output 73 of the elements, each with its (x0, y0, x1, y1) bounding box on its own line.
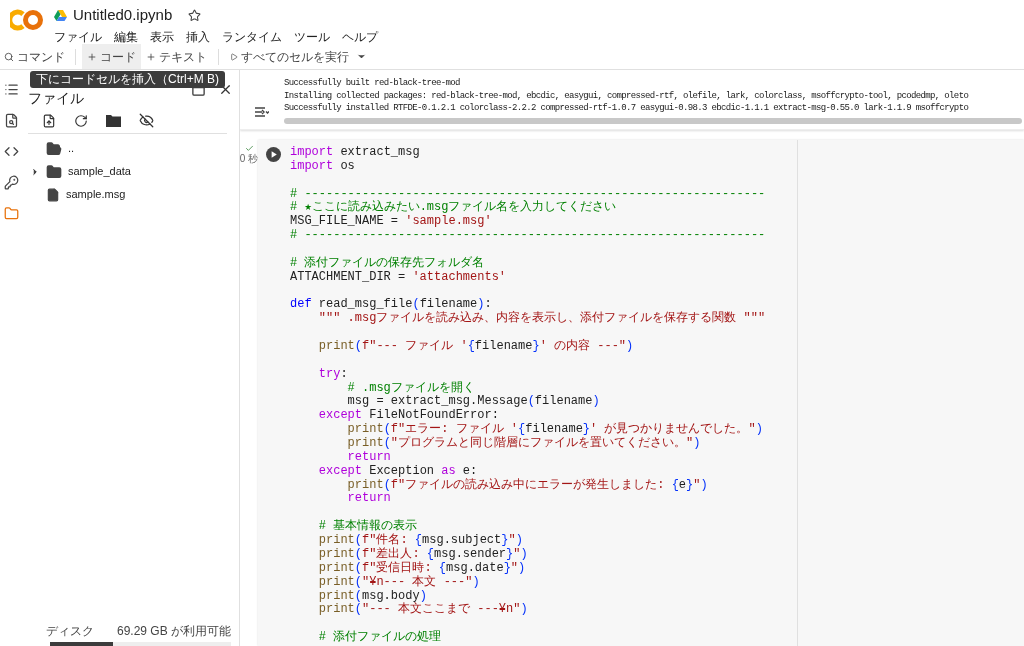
menu-item[interactable]: ツール (294, 29, 330, 44)
code-line: """ .msgファイルを読み込み、内容を表示し、添付ファイルを保存する関数 """ (317, 312, 766, 327)
output-line: Successfully installed RTFDE-0.1.2.1 colorclass-2.2.2 compressed-rtf-1.0.7 easygui-0.98.3 ebcdic-1.1.1 extract-msg-0.55.0 lark-1.1.9 msoffcrypto (284, 102, 969, 115)
code-line: return (346, 492, 391, 507)
file-tree-item[interactable]: sample_data (22, 163, 233, 180)
menu-item[interactable]: ヘルプ (342, 29, 378, 44)
code-line: print(msg.body) (317, 589, 427, 603)
refresh-icon[interactable] (74, 113, 88, 128)
output-icon[interactable] (255, 107, 269, 118)
code-line: import extract_msg (290, 146, 420, 160)
code-line: # ---------------------------------------------------------------- (290, 187, 766, 201)
code-line: msg = extract_msg.Message(filename) (346, 395, 600, 409)
disk-free: 69.29 GB が利用可能 (116, 623, 231, 640)
code-line: print("¥n--- 本文 ---") (317, 575, 480, 590)
menu-item[interactable]: 編集 (114, 29, 138, 44)
table-of-contents-icon[interactable] (3, 82, 19, 97)
drive-icon (54, 9, 67, 21)
code-line: print("プログラムと同じ階層にファイルを置いてください。") (346, 437, 701, 451)
menu-item[interactable]: ファイル (54, 29, 102, 44)
folder-icon (46, 163, 62, 180)
file-icon (46, 186, 60, 203)
code-line: try: (317, 367, 348, 382)
code-line: ATTACHMENT_DIR = 'attachments' (290, 270, 507, 285)
command-search[interactable]: コマンド (0, 44, 69, 69)
star-icon[interactable] (188, 8, 202, 22)
code-line: # ---------------------------------------------------------------- (290, 229, 766, 243)
output-line: Installing collected packages: red-black-tree-mod, ebcdic, easygui, compressed-rtf, olefile, lark, colorclass, msoffcrypto-tool, pcodedmp, oleto (284, 89, 969, 102)
upload-icon[interactable] (42, 113, 56, 128)
run-cell-button[interactable] (265, 147, 281, 162)
search-icon[interactable] (3, 113, 19, 128)
search-icon (4, 51, 14, 62)
menu-item[interactable]: 挿入 (186, 29, 210, 44)
play-icon (230, 52, 238, 61)
code-line: print(f"受信日時: {msg.date}") (317, 561, 526, 575)
code-line: def read_msg_file(filename): (290, 298, 492, 312)
file-tree-item[interactable]: .. (22, 140, 233, 157)
hidden-files-icon[interactable] (139, 113, 154, 128)
menu-item[interactable]: ランタイム (222, 29, 282, 44)
run-all-button[interactable]: すべてのセルを実行 (225, 44, 372, 69)
add-cell-button[interactable]: テキスト (141, 44, 212, 69)
code-line: return (346, 450, 391, 465)
panel-title: ファイル (28, 88, 84, 108)
code-line: except Exception as e: (317, 464, 478, 478)
expand-icon[interactable] (30, 166, 40, 177)
code-line: # .msgファイルを開く (346, 381, 475, 395)
code-line: print(f"件名: {msg.subject}") (317, 534, 523, 548)
code-line: import os (290, 159, 355, 174)
code-line: print("--- 本文ここまで ---¥n") (317, 603, 528, 618)
code-line: print(f"エラー: ファイル '{filename}' が見つかりませんでした。") (346, 423, 763, 437)
code-line: print(f"ファイルの読み込み中にエラーが発生しました: {e}") (346, 478, 708, 492)
code-line: # 添付ファイルの保存先フォルダ名 (290, 256, 485, 271)
tooltip: 下にコードセルを挿入（Ctrl+M B) (30, 71, 225, 88)
code-line: print(f"--- ファイル '{filename}' の内容 ---") (317, 340, 634, 354)
code-line: # ★ここに読み込みたい.msgファイル名を入力してください (290, 201, 617, 215)
code-line: # 基本情報の表示 (317, 520, 418, 534)
file-tree-item[interactable]: sample.msg (22, 186, 233, 203)
key-icon[interactable] (3, 175, 19, 190)
code-icon[interactable] (3, 144, 19, 159)
output-line: Successfully built red-black-tree-mod (284, 77, 460, 90)
logo-icon[interactable] (10, 9, 44, 31)
notebook-title[interactable]: Untitled0.ipynb (73, 4, 173, 27)
folder-icon[interactable] (3, 206, 19, 221)
code-line: print(f"差出人: {msg.sender}") (317, 547, 528, 561)
plus-icon (87, 51, 97, 62)
disk-label: ディスク (46, 623, 94, 640)
plus-icon (146, 51, 156, 62)
execution-time: 0 秒 (240, 153, 259, 164)
code-line: MSG_FILE_NAME = 'sample.msg' (290, 215, 492, 229)
add-cell-button[interactable]: コード (82, 44, 141, 69)
code-line: # 添付ファイルの処理 (317, 631, 442, 645)
code-line: except FileNotFoundError: (317, 409, 499, 423)
menu-item[interactable]: 表示 (150, 29, 174, 44)
folder-icon (46, 140, 62, 157)
